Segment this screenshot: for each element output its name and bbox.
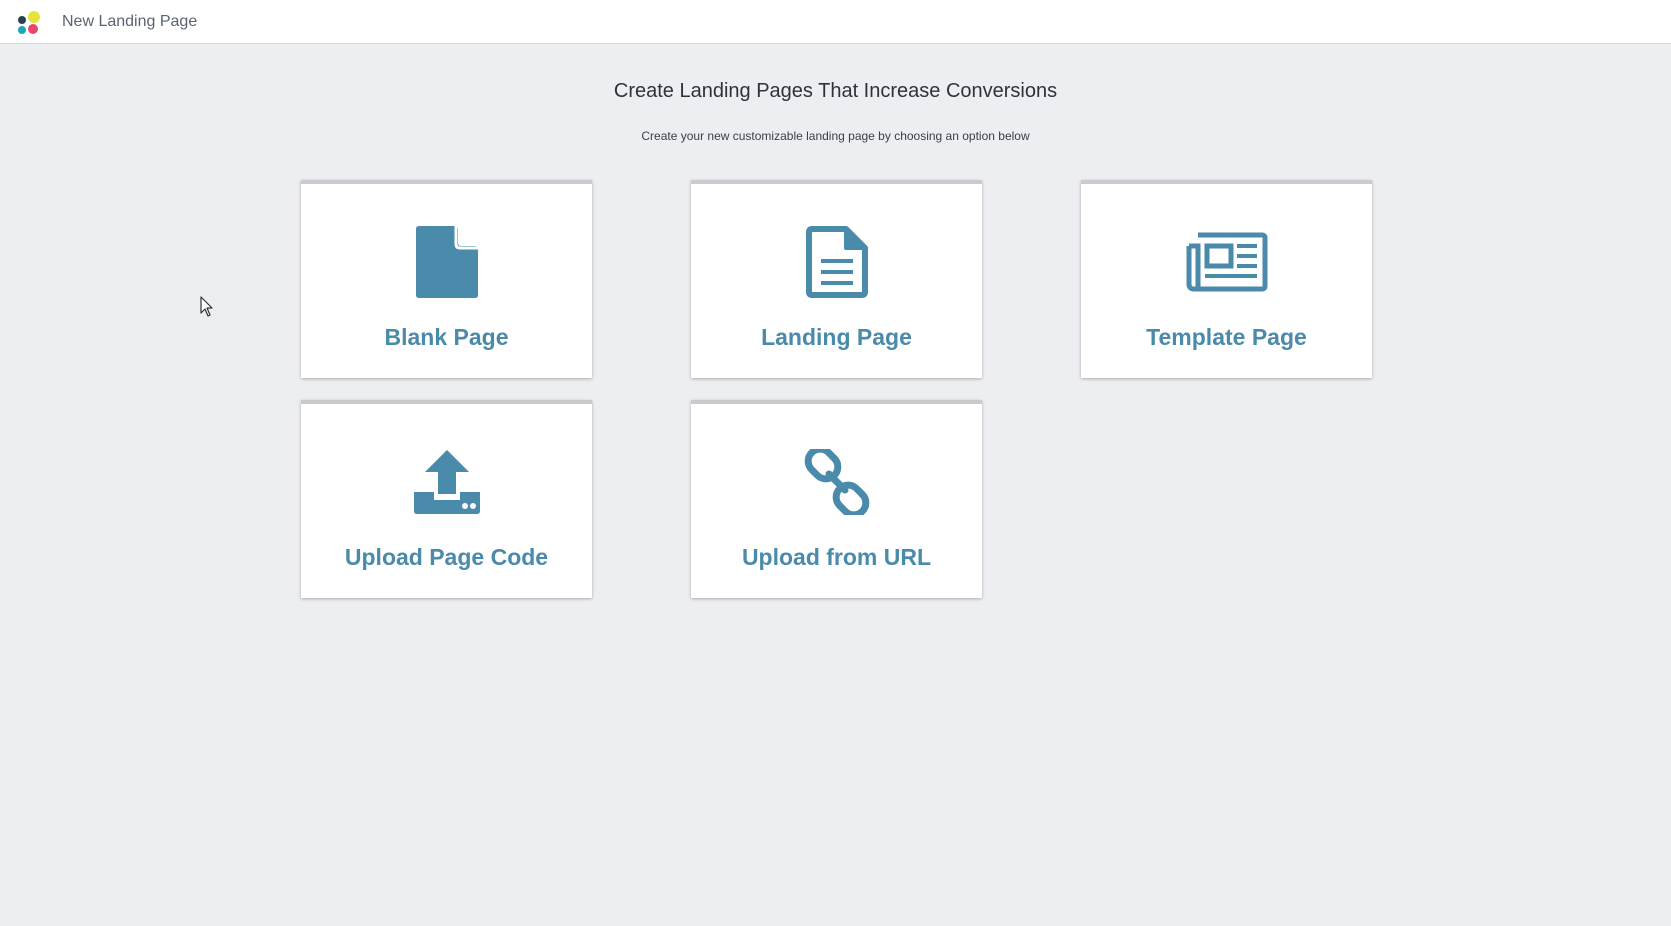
- app-title: New Landing Page: [62, 13, 198, 30]
- page-subheading: Create your new customizable landing pag…: [641, 129, 1030, 143]
- upload-page-code-label: Upload Page Code: [344, 544, 549, 570]
- blank-page-icon: [301, 224, 592, 300]
- upload-icon: [301, 444, 592, 520]
- upload-from-url-card[interactable]: Upload from URL: [691, 400, 982, 598]
- document-lines-icon: [691, 224, 982, 300]
- mouse-cursor-icon: [200, 296, 213, 317]
- blank-page-label: Blank Page: [384, 324, 509, 350]
- template-page-card[interactable]: Template Page: [1081, 180, 1372, 378]
- page-heading: Create Landing Pages That Increase Conve…: [613, 80, 1058, 102]
- template-page-label: Template Page: [1146, 324, 1307, 350]
- blank-page-card[interactable]: Blank Page: [301, 180, 592, 378]
- newspaper-icon: [1081, 224, 1372, 300]
- top-bar: New Landing Page: [0, 0, 1671, 44]
- landing-page-card[interactable]: Landing Page: [691, 180, 982, 378]
- app-logo-icon[interactable]: [16, 10, 42, 36]
- link-chain-icon: [691, 444, 982, 520]
- upload-page-code-card[interactable]: Upload Page Code: [301, 400, 592, 598]
- landing-page-label: Landing Page: [761, 324, 912, 350]
- upload-from-url-label: Upload from URL: [741, 544, 932, 570]
